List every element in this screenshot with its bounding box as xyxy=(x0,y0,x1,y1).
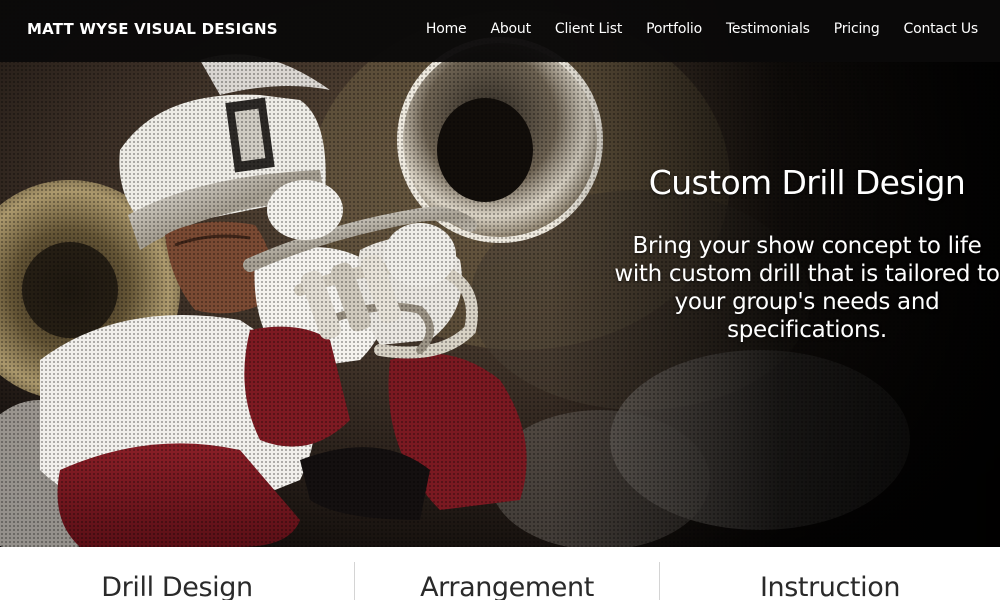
service-title-instruction: Instruction xyxy=(759,572,901,600)
hero-title: Custom Drill Design xyxy=(648,163,966,202)
site-logo-link[interactable]: MATT WYSE VISUAL DESIGNS xyxy=(27,19,278,39)
nav-item-testimonials[interactable]: Testimonials xyxy=(726,19,810,39)
main-nav: Home About Client List Portfolio Testimo… xyxy=(402,19,978,39)
nav-item-home[interactable]: Home xyxy=(426,19,467,39)
hero-caption: Custom Drill Design Bring your show conc… xyxy=(612,160,1000,344)
service-instruction: Instruction xyxy=(660,547,1000,600)
nav-item-about[interactable]: About xyxy=(490,19,531,39)
hero-description: Bring your show concept to life with cus… xyxy=(614,233,1000,343)
service-title-drill-design: Drill Design xyxy=(101,572,253,600)
nav-item-pricing[interactable]: Pricing xyxy=(834,19,880,39)
nav-item-contact-us[interactable]: Contact Us xyxy=(904,19,979,39)
nav-item-portfolio[interactable]: Portfolio xyxy=(646,19,702,39)
service-drill-design: Drill Design xyxy=(0,547,354,600)
service-title-arrangement: Arrangement xyxy=(420,572,594,600)
site-header: MATT WYSE VISUAL DESIGNS Home About Clie… xyxy=(0,0,1000,62)
service-arrangement: Arrangement xyxy=(355,547,659,600)
nav-item-client-list[interactable]: Client List xyxy=(555,19,622,39)
services-section: Drill Design Arrangement Instruction xyxy=(0,547,1000,600)
site: Custom Drill Design Bring your show conc… xyxy=(0,0,1000,600)
hero-banner: Custom Drill Design Bring your show conc… xyxy=(0,0,1000,547)
